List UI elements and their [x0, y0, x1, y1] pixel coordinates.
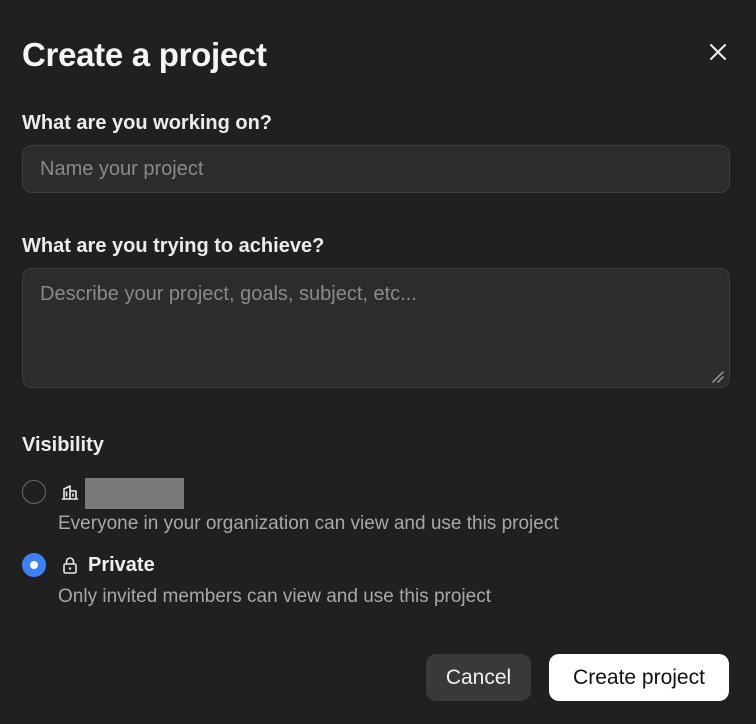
- close-icon: [709, 43, 727, 61]
- dialog-title: Create a project: [22, 36, 267, 73]
- create-project-button[interactable]: Create project: [549, 654, 729, 701]
- create-project-dialog: Create a project What are you working on…: [0, 0, 756, 724]
- building-icon: [60, 482, 80, 502]
- organization-option-description: Everyone in your organization can view a…: [58, 513, 559, 534]
- visibility-radio-organization[interactable]: [22, 480, 46, 504]
- private-option-title: Private: [88, 554, 155, 576]
- project-goal-label: What are you trying to achieve?: [22, 235, 325, 257]
- close-button[interactable]: [704, 38, 732, 66]
- visibility-radio-private[interactable]: [22, 553, 46, 577]
- visibility-label: Visibility: [22, 434, 104, 456]
- cancel-button[interactable]: Cancel: [426, 654, 531, 701]
- organization-name-redacted: [85, 478, 184, 509]
- project-name-label: What are you working on?: [22, 112, 273, 134]
- private-option-description: Only invited members can view and use th…: [58, 586, 491, 607]
- project-goal-textarea[interactable]: [22, 268, 730, 388]
- project-name-input[interactable]: [22, 145, 730, 193]
- lock-icon: [60, 555, 80, 575]
- resize-handle-icon[interactable]: [710, 369, 724, 383]
